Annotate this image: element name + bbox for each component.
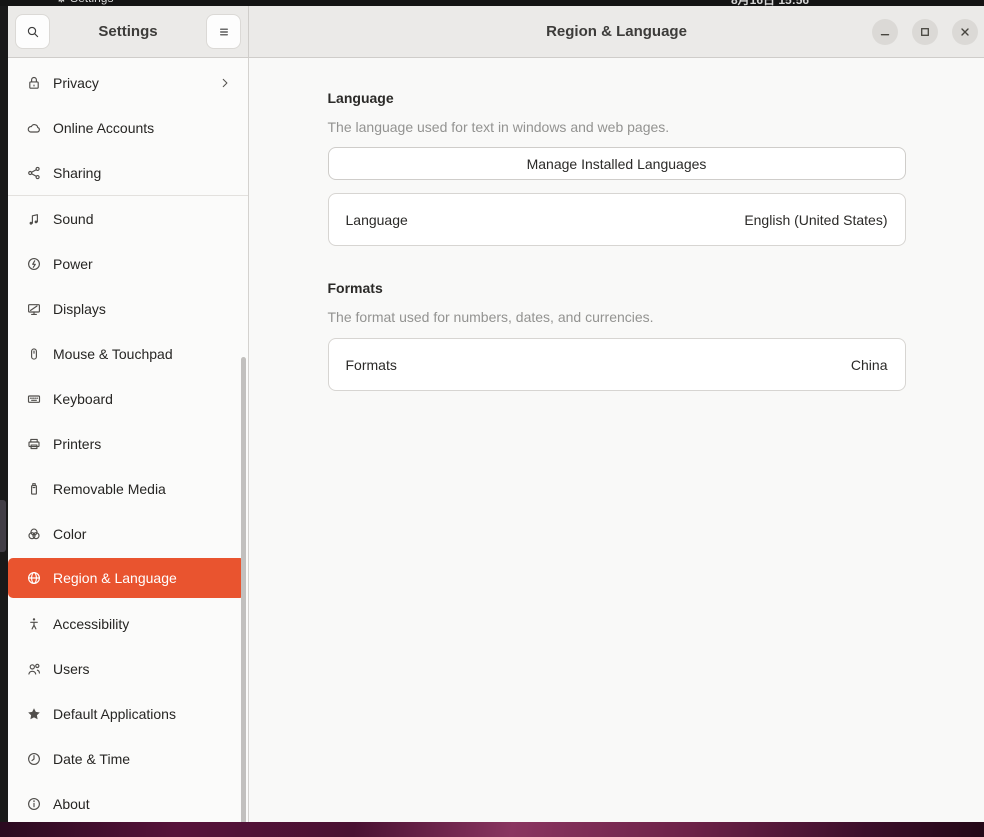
language-row[interactable]: Language English (United States) (328, 193, 906, 246)
window-body: Privacy Online Accounts Sharing Sound Po… (8, 58, 984, 822)
sidebar-item-region-language[interactable]: Region & Language (8, 558, 245, 598)
desktop: { "top_bar": { "left_text": "⚙ Settings"… (0, 0, 984, 837)
sidebar: Privacy Online Accounts Sharing Sound Po… (8, 58, 249, 822)
close-button[interactable] (952, 19, 978, 45)
mouse-icon (26, 346, 42, 362)
window-controls (872, 6, 978, 57)
sidebar-item-about[interactable]: About (8, 781, 248, 822)
content-column: Language The language used for text in w… (328, 58, 906, 391)
formats-section-description: The format used for numbers, dates, and … (328, 309, 906, 325)
top-bar-app-label: ⚙ Settings (56, 0, 113, 5)
sidebar-item-label: Sound (53, 211, 93, 227)
language-section-heading: Language (328, 90, 906, 106)
sidebar-item-label: Online Accounts (53, 120, 154, 136)
sidebar-item-privacy[interactable]: Privacy (8, 60, 248, 105)
sidebar-item-sharing[interactable]: Sharing (8, 150, 248, 195)
top-bar-clock: 8月16日 15:56 (731, 0, 809, 6)
page-title: Region & Language (546, 23, 687, 40)
formats-section-heading: Formats (328, 280, 906, 296)
sidebar-item-label: Color (53, 526, 86, 542)
cloud-icon (26, 120, 42, 136)
main-content: Language The language used for text in w… (249, 58, 984, 822)
settings-window: Settings Region & Language (8, 6, 984, 822)
dock-edge-hint (0, 500, 6, 552)
usb-icon (26, 481, 42, 497)
manage-installed-languages-button[interactable]: Manage Installed Languages (328, 147, 906, 180)
sidebar-item-online-accounts[interactable]: Online Accounts (8, 105, 248, 150)
sidebar-item-label: Date & Time (53, 751, 130, 767)
sidebar-item-printers[interactable]: Printers (8, 421, 248, 466)
sidebar-list: Privacy Online Accounts Sharing Sound Po… (8, 60, 248, 822)
power-icon (26, 256, 42, 272)
accessibility-icon (26, 616, 42, 632)
sidebar-item-label: Removable Media (53, 481, 166, 497)
sidebar-item-mouse-touchpad[interactable]: Mouse & Touchpad (8, 331, 248, 376)
search-icon (25, 24, 41, 40)
keyboard-icon (26, 391, 42, 407)
sidebar-item-label: Sharing (53, 165, 101, 181)
sidebar-item-label: Power (53, 256, 93, 272)
system-top-bar: ⚙ Settings 8月16日 15:56 (0, 0, 984, 6)
sidebar-item-label: About (53, 796, 90, 812)
formats-row[interactable]: Formats China (328, 338, 906, 391)
sidebar-item-users[interactable]: Users (8, 646, 248, 691)
users-icon (26, 661, 42, 677)
desktop-wallpaper-strip (0, 822, 984, 837)
main-menu-button[interactable] (206, 14, 241, 49)
close-icon (957, 24, 973, 40)
sidebar-scrollbar[interactable] (241, 357, 246, 822)
language-section-description: The language used for text in windows an… (328, 119, 906, 135)
chevron-right-icon (218, 76, 232, 90)
note-icon (26, 211, 42, 227)
sidebar-title: Settings (98, 23, 157, 40)
sidebar-item-label: Accessibility (53, 616, 129, 632)
sidebar-item-label: Mouse & Touchpad (53, 346, 173, 362)
sidebar-item-label: Printers (53, 436, 101, 452)
formats-row-value: China (851, 357, 888, 373)
sidebar-item-removable-media[interactable]: Removable Media (8, 466, 248, 511)
sidebar-item-displays[interactable]: Displays (8, 286, 248, 331)
language-row-value: English (United States) (744, 212, 887, 228)
sidebar-item-power[interactable]: Power (8, 241, 248, 286)
sidebar-item-keyboard[interactable]: Keyboard (8, 376, 248, 421)
sidebar-item-date-time[interactable]: Date & Time (8, 736, 248, 781)
info-icon (26, 796, 42, 812)
lock-icon (26, 75, 42, 91)
sidebar-item-accessibility[interactable]: Accessibility (8, 601, 248, 646)
printer-icon (26, 436, 42, 452)
sidebar-item-label: Privacy (53, 75, 99, 91)
window-header: Settings Region & Language (8, 6, 984, 58)
minimize-button[interactable] (872, 19, 898, 45)
sidebar-item-sound[interactable]: Sound (8, 196, 248, 241)
globe-icon (26, 570, 42, 586)
sidebar-item-label: Users (53, 661, 90, 677)
language-row-label: Language (346, 212, 408, 228)
maximize-button[interactable] (912, 19, 938, 45)
sidebar-header: Settings (8, 6, 249, 57)
search-button[interactable] (15, 14, 50, 49)
sidebar-item-label: Keyboard (53, 391, 113, 407)
formats-row-label: Formats (346, 357, 397, 373)
share-icon (26, 165, 42, 181)
sidebar-item-label: Displays (53, 301, 106, 317)
content-header: Region & Language (249, 6, 984, 57)
color-icon (26, 526, 42, 542)
sidebar-item-default-applications[interactable]: Default Applications (8, 691, 248, 736)
minimize-icon (877, 24, 893, 40)
hamburger-menu-icon (216, 24, 232, 40)
maximize-icon (917, 24, 933, 40)
display-icon (26, 301, 42, 317)
clock-icon (26, 751, 42, 767)
star-icon (26, 706, 42, 722)
sidebar-item-color[interactable]: Color (8, 511, 248, 556)
sidebar-item-label: Region & Language (53, 570, 177, 586)
sidebar-item-label: Default Applications (53, 706, 176, 722)
